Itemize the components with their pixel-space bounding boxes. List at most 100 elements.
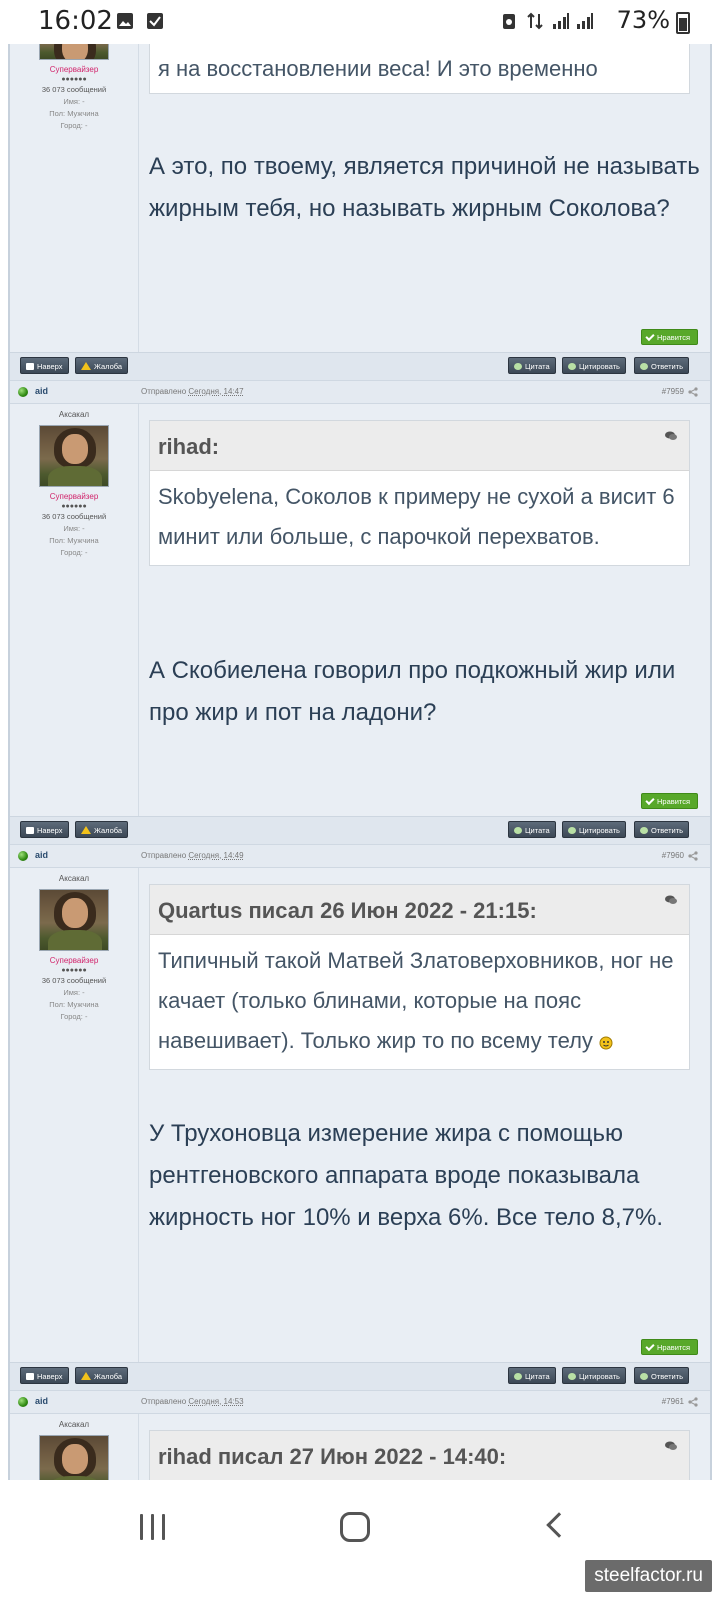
author-rank: Супервайзер	[49, 956, 99, 965]
post-header: aid Отправлено Сегодня, 14:53 #7961	[10, 1390, 710, 1414]
report-button[interactable]: Жалоба	[75, 357, 129, 374]
rank-pips: ●●●●●●	[61, 967, 87, 974]
online-status-icon	[18, 387, 28, 397]
post-toolbar: Наверх Жалоба Цитата Цитировать Ответить	[10, 816, 710, 842]
quote-header: Quartus писал 26 Июн 2022 - 21:15:	[150, 885, 689, 935]
post-number-link[interactable]: #7960	[662, 851, 684, 860]
author-rank: Супервайзер	[49, 492, 99, 501]
multiquote-button[interactable]: Цитировать	[562, 357, 626, 374]
post-content: я на восстановлении веса! И это временно…	[139, 44, 710, 352]
post-date: Отправлено Сегодня, 14:49	[141, 851, 244, 860]
speech-bubble-icon	[568, 363, 576, 370]
post-author-link[interactable]: aid	[35, 850, 48, 860]
author-rank: Супервайзер	[49, 65, 99, 74]
recents-icon[interactable]	[140, 1514, 166, 1540]
online-status-icon	[18, 851, 28, 861]
up-button[interactable]: Наверх	[20, 1367, 69, 1384]
post-text: А это, по твоему, является причиной не н…	[149, 153, 700, 222]
author-city-field: Город: -	[60, 548, 88, 557]
data-arrows-icon	[527, 12, 543, 30]
post: Аксакал Супервайзер ●●●●●● 36 073 сообще…	[10, 404, 710, 816]
signal-icon	[553, 13, 569, 29]
image-icon	[117, 13, 133, 29]
post-toolbar: Наверх Жалоба Цитата Цитировать Ответить	[10, 352, 710, 378]
author-column: Супервайзер ●●●●●● 36 073 сообщений Имя:…	[10, 44, 139, 352]
rank-pips: ●●●●●●	[61, 503, 87, 510]
post-author-link[interactable]: aid	[35, 386, 48, 396]
share-icon[interactable]	[688, 851, 698, 861]
post-text: А Скобиелена говорил про подкожный жир и…	[149, 657, 676, 726]
post: Супервайзер ●●●●●● 36 073 сообщений Имя:…	[10, 44, 710, 352]
reply-button[interactable]: Ответить	[634, 1367, 690, 1384]
quote-link-icon[interactable]	[665, 431, 677, 441]
avatar[interactable]	[39, 889, 109, 951]
speech-bubble-icon	[514, 827, 522, 834]
up-button[interactable]: Наверх	[20, 357, 69, 374]
post-content: rihad: Skobyelena, Соколов к примеру не …	[139, 404, 710, 816]
quote-block: rihad писал 27 Июн 2022 - 14:40:	[149, 1430, 690, 1482]
report-button[interactable]: Жалоба	[75, 821, 129, 838]
speech-bubble-icon	[640, 1373, 648, 1380]
check-icon	[645, 331, 655, 342]
author-column: Аксакал Супервайзер ●●●●●● 36 073 сообще…	[10, 868, 139, 1362]
warning-icon	[81, 362, 91, 370]
author-name-field: Имя: -	[63, 524, 85, 533]
speech-bubble-icon	[514, 1373, 522, 1380]
warning-icon	[81, 826, 91, 834]
multiquote-button[interactable]: Цитировать	[562, 821, 626, 838]
document-icon	[26, 827, 34, 834]
share-icon[interactable]	[688, 387, 698, 397]
quote-header: rihad писал 27 Июн 2022 - 14:40:	[150, 1431, 689, 1481]
like-button[interactable]: Нравится	[641, 1339, 698, 1355]
speech-bubble-icon	[514, 363, 522, 370]
post-date: Отправлено Сегодня, 14:53	[141, 1397, 244, 1406]
checkbox-icon	[147, 13, 163, 29]
multiquote-button[interactable]: Цитировать	[562, 1367, 626, 1384]
quote-text: Типичный такой Матвей Златоверховников, …	[158, 948, 674, 1053]
up-button[interactable]: Наверх	[20, 821, 69, 838]
quote-header: rihad:	[150, 421, 689, 471]
author-title: Аксакал	[58, 1420, 90, 1429]
like-button[interactable]: Нравится	[641, 793, 698, 809]
forum-thread[interactable]: Супервайзер ●●●●●● 36 073 сообщений Имя:…	[8, 44, 712, 1510]
post-number-link[interactable]: #7959	[662, 387, 684, 396]
author-gender-field: Пол: Мужчина	[49, 1000, 99, 1009]
quote-button[interactable]: Цитата	[508, 821, 556, 838]
quote-button[interactable]: Цитата	[508, 1367, 556, 1384]
reply-button[interactable]: Ответить	[634, 821, 690, 838]
post-count: 36 073 сообщений	[41, 512, 107, 521]
author-city-field: Город: -	[60, 1012, 88, 1021]
speech-bubble-icon	[640, 827, 648, 834]
author-name-field: Имя: -	[63, 988, 85, 997]
home-icon[interactable]	[340, 1512, 370, 1542]
like-button[interactable]: Нравится	[641, 329, 698, 345]
speech-bubble-icon	[640, 363, 648, 370]
post-text: У Трухоновца измерение жира с помощью ре…	[149, 1120, 664, 1231]
system-nav-bar: steelfactor.ru	[0, 1480, 720, 1600]
avatar[interactable]	[39, 44, 109, 60]
post-header: aid Отправлено Сегодня, 14:49 #7960	[10, 844, 710, 868]
quote-block: rihad: Skobyelena, Соколов к примеру не …	[149, 420, 690, 566]
quote-link-icon[interactable]	[665, 895, 677, 905]
reply-button[interactable]: Ответить	[634, 357, 690, 374]
signal-icon	[577, 13, 593, 29]
post-content: Quartus писал 26 Июн 2022 - 21:15: Типич…	[139, 868, 710, 1362]
watermark: steelfactor.ru	[585, 1560, 712, 1592]
post-author-link[interactable]: aid	[35, 1396, 48, 1406]
quote-button[interactable]: Цитата	[508, 357, 556, 374]
share-icon[interactable]	[688, 1397, 698, 1407]
author-name-field: Имя: -	[63, 97, 85, 106]
online-status-icon	[18, 1397, 28, 1407]
post-count: 36 073 сообщений	[41, 976, 107, 985]
quote-text: Skobyelena, Соколов к примеру не сухой а…	[158, 484, 675, 549]
document-icon	[26, 363, 34, 370]
back-icon[interactable]	[546, 1512, 572, 1538]
avatar[interactable]	[39, 425, 109, 487]
post-number-link[interactable]: #7961	[662, 1397, 684, 1406]
report-button[interactable]: Жалоба	[75, 1367, 129, 1384]
author-gender-field: Пол: Мужчина	[49, 536, 99, 545]
post-toolbar: Наверх Жалоба Цитата Цитировать Ответить	[10, 1362, 710, 1388]
quote-link-icon[interactable]	[665, 1441, 677, 1451]
author-city-field: Город: -	[60, 121, 88, 130]
recycle-icon	[503, 14, 515, 29]
